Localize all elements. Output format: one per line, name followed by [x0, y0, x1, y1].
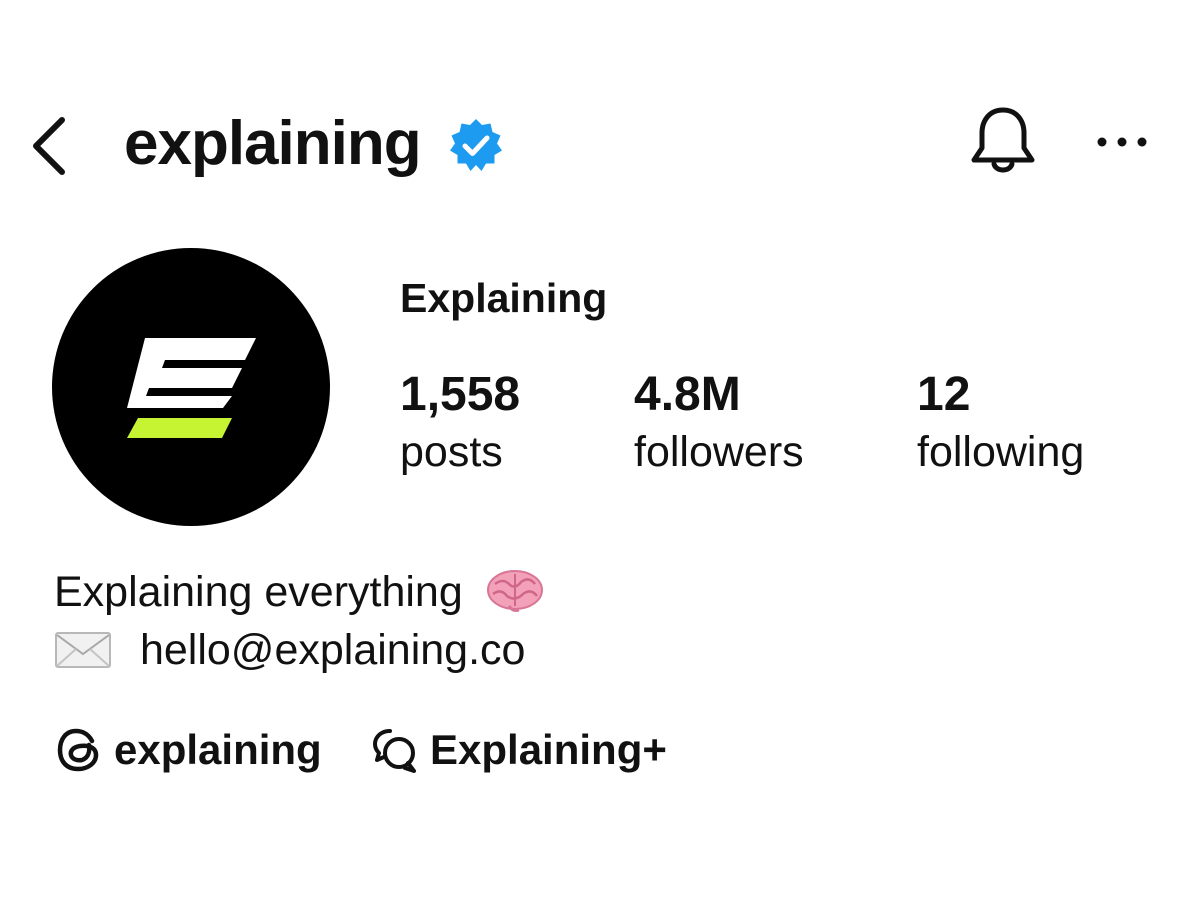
posts-count: 1,558 [400, 368, 521, 421]
threads-link[interactable]: explaining [54, 720, 322, 780]
explaining-logo [127, 338, 256, 438]
broadcast-channel-icon [373, 729, 416, 773]
posts-stat[interactable]: 1,558 posts [400, 366, 520, 480]
broadcast-channel-link[interactable]: Explaining+ [370, 720, 667, 780]
bio-email[interactable]: hello@explaining.co [140, 626, 526, 674]
following-stat[interactable]: 12 following [917, 366, 1084, 480]
bell-icon [971, 107, 1035, 173]
broadcast-channel-label: Explaining+ [430, 726, 667, 773]
bio-line: Explaining everything [54, 564, 545, 620]
envelope-emoji-icon [55, 631, 111, 668]
profile-display-name: Explaining [400, 275, 608, 321]
more-options-button[interactable] [1090, 122, 1154, 162]
profile-username: explaining [124, 109, 422, 178]
posts-label: posts [400, 428, 503, 476]
back-button[interactable] [26, 108, 76, 180]
followers-count: 4.8M [634, 368, 741, 421]
chevron-left-icon [33, 117, 65, 175]
following-label: following [917, 428, 1085, 476]
bio-text: Explaining everything [54, 568, 463, 616]
profile-page: explaining Explaining 1,558 posts 4.8M f… [0, 0, 1200, 900]
brain-emoji-icon [486, 569, 543, 612]
profile-header: explaining [0, 100, 1200, 190]
followers-stat[interactable]: 4.8M followers [634, 366, 804, 480]
threads-icon [57, 728, 99, 772]
profile-avatar[interactable] [52, 248, 330, 526]
following-count: 12 [917, 368, 971, 421]
threads-link-label: explaining [114, 726, 322, 773]
more-horizontal-icon [1097, 137, 1147, 147]
notifications-button[interactable] [966, 102, 1040, 182]
bio-line: hello@explaining.co [54, 622, 525, 678]
followers-label: followers [634, 428, 804, 476]
verified-badge-icon [450, 119, 502, 171]
